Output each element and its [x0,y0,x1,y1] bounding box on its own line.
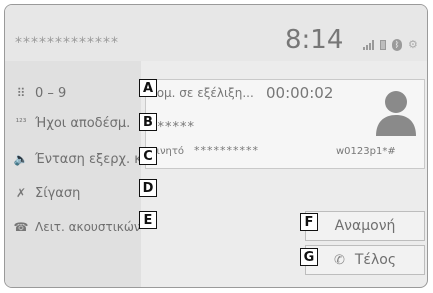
sidebar-item-label: Λειτ. ακουστικών [35,220,141,234]
sidebar-item-label: Σίγαση [35,185,81,201]
end-call-button[interactable]: ✆ Τέλος [305,245,425,275]
call-options-sidebar: ⠿ 0 – 9 ¹²³ Ήχοι αποδέσμ. 🔈 Ένταση εξερχ… [5,61,154,287]
call-status: νομ. σε εξέλιξη... [150,86,254,100]
callout-g: G [300,248,318,266]
settings-icon[interactable]: ⚙ [408,38,418,51]
touch-tones-icon: ¹²³ [15,118,27,128]
hold-button-label: Αναμονή [334,218,396,234]
sidebar-item-touch-tones[interactable]: ¹²³ Ήχοι αποδέσμ. [13,111,131,135]
callout-d: D [139,179,157,197]
speaker-icon: 🔈 [13,152,29,166]
bluetooth-icon: ᛒ [392,38,402,51]
sidebar-item-mute[interactable]: ✗ Σίγαση [13,181,80,205]
clock: 8:14 [285,25,344,55]
end-call-label: Τέλος [354,252,397,268]
status-bar: ************* 8:14 ᛒ ⚙ [5,5,427,61]
callout-f: F [300,213,318,231]
handset-icon: ☎ [13,220,29,234]
callout-c: C [139,147,157,165]
callout-b: B [139,113,157,131]
system-icons: ᛒ ⚙ [363,38,418,51]
callout-a: A [139,79,157,97]
battery-icon [380,39,386,50]
callout-e: E [139,211,157,229]
hold-button[interactable]: Αναμονή [305,211,425,241]
sidebar-item-keypad[interactable]: ⠿ 0 – 9 [13,81,67,105]
call-duration: 00:00:02 [266,84,334,102]
contact-avatar-icon [376,91,416,136]
keypad-icon: ⠿ [16,86,26,100]
sidebar-item-handset-mode[interactable]: ☎ Λειτ. ακουστικών [13,215,141,239]
sidebar-item-label: Ήχοι αποδέσμ. [35,115,131,131]
phone-code: w0123p1*# [336,146,396,157]
call-info-panel: νομ. σε εξέλιξη... 00:00:02 ****** Κινητ… [145,79,425,169]
phone-number: ********** [194,144,259,157]
mute-mic-icon: ✗ [15,186,27,200]
masked-title: ************* [15,35,119,51]
sidebar-item-volume[interactable]: 🔈 Ένταση εξερχ. κλ. [13,147,154,171]
signal-bars-icon [363,39,374,50]
phone-icon: ✆ [333,252,345,268]
phone-call-screen: ************* 8:14 ᛒ ⚙ ⠿ 0 – 9 ¹²³ Ήχοι … [4,4,428,288]
sidebar-item-label: Ένταση εξερχ. κλ. [35,151,154,167]
sidebar-item-label: 0 – 9 [35,85,67,101]
